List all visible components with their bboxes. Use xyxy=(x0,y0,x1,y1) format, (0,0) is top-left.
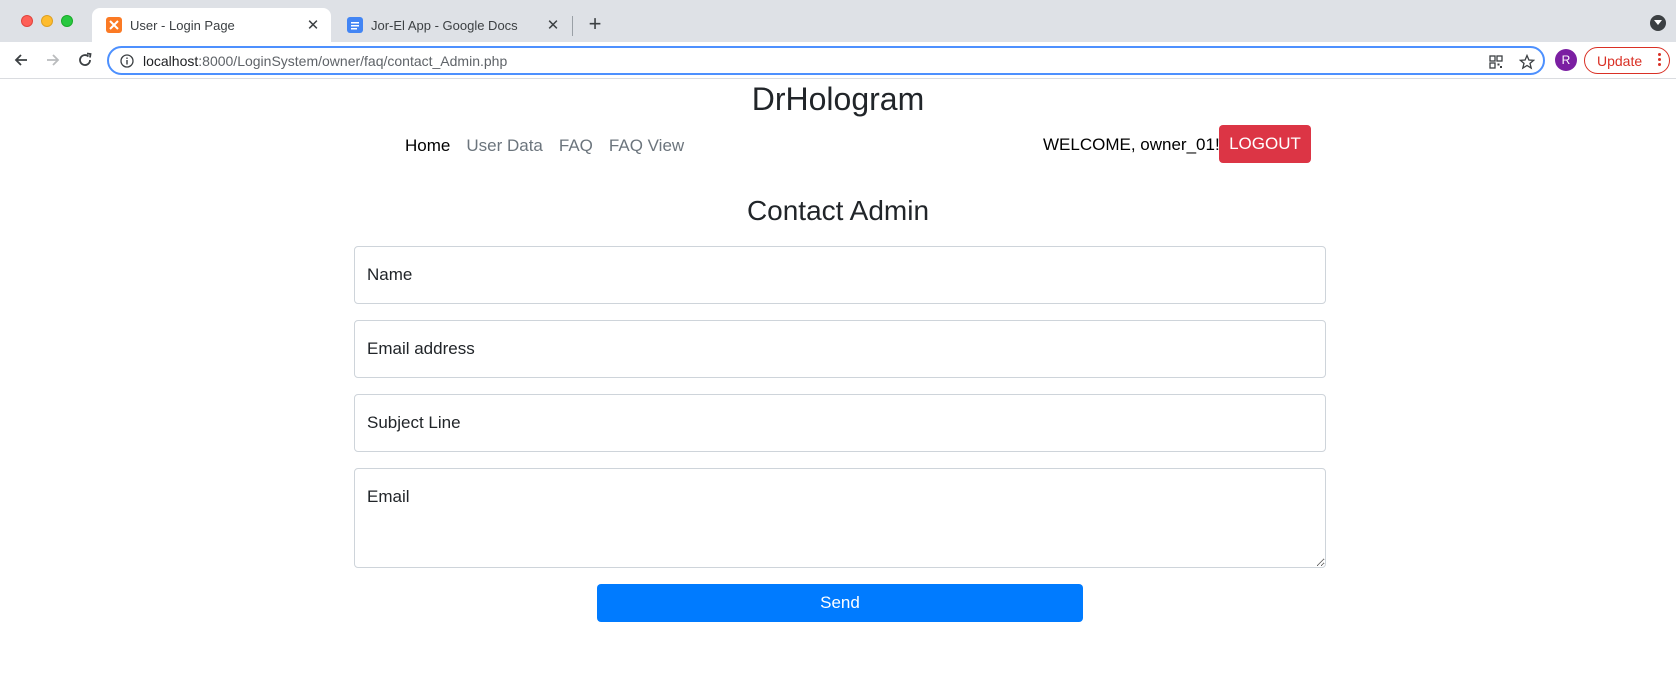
google-docs-icon xyxy=(347,17,363,33)
nav-link-home[interactable]: Home xyxy=(405,134,450,158)
tab-search-chevron-icon[interactable] xyxy=(1650,15,1666,31)
logout-button[interactable]: LOGOUT xyxy=(1219,125,1311,163)
send-button[interactable]: Send xyxy=(597,584,1083,622)
nav-link-faq-view[interactable]: FAQ View xyxy=(609,134,684,158)
address-bar[interactable]: localhost:8000/LoginSystem/owner/faq/con… xyxy=(107,46,1545,75)
window-zoom-button[interactable] xyxy=(61,15,73,27)
site-brand: DrHologram xyxy=(751,81,925,117)
back-arrow-icon[interactable] xyxy=(9,48,33,72)
name-input[interactable] xyxy=(354,246,1326,304)
browser-tab-strip: User - Login Page ✕ Jor-El App - Google … xyxy=(0,0,1676,42)
email-address-input[interactable] xyxy=(354,320,1326,378)
site-info-icon[interactable] xyxy=(119,53,135,69)
tab-title: User - Login Page xyxy=(130,17,235,33)
browser-toolbar: localhost:8000/LoginSystem/owner/faq/con… xyxy=(0,42,1676,79)
email-body-textarea[interactable] xyxy=(354,468,1326,568)
close-icon[interactable]: ✕ xyxy=(305,17,321,34)
tab-user-login-page[interactable]: User - Login Page ✕ xyxy=(92,8,331,42)
subject-line-input[interactable] xyxy=(354,394,1326,452)
nav-link-user-data[interactable]: User Data xyxy=(466,134,543,158)
nav-link-faq[interactable]: FAQ xyxy=(559,134,593,158)
new-tab-plus-icon[interactable]: + xyxy=(582,11,608,37)
url-host: localhost xyxy=(143,52,199,69)
tab-google-docs[interactable]: Jor-El App - Google Docs ✕ xyxy=(333,8,571,42)
forward-arrow-icon[interactable] xyxy=(41,48,65,72)
update-button[interactable]: Update xyxy=(1584,47,1670,74)
tab-title: Jor-El App - Google Docs xyxy=(371,17,518,33)
bookmark-star-icon[interactable] xyxy=(1518,53,1536,71)
welcome-text: WELCOME, owner_01! - xyxy=(1043,135,1231,154)
close-icon[interactable]: ✕ xyxy=(545,17,561,34)
reload-icon[interactable] xyxy=(73,48,97,72)
url-text: localhost:8000/LoginSystem/owner/faq/con… xyxy=(143,53,507,69)
update-label: Update xyxy=(1597,52,1643,69)
window-minimize-button[interactable] xyxy=(41,15,53,27)
qr-code-icon[interactable] xyxy=(1487,53,1505,71)
url-path: :8000/LoginSystem/owner/faq/contact_Admi… xyxy=(198,52,508,69)
page-content: DrHologram Home User Data FAQ FAQ View W… xyxy=(0,79,1676,698)
tab-separator xyxy=(572,16,573,36)
page-title: Contact Admin xyxy=(746,195,930,226)
main-nav: Home User Data FAQ FAQ View xyxy=(405,134,684,158)
xampp-icon xyxy=(106,17,122,33)
window-close-button[interactable] xyxy=(21,15,33,27)
profile-avatar[interactable]: R xyxy=(1555,49,1577,71)
more-menu-icon[interactable] xyxy=(1658,53,1661,66)
